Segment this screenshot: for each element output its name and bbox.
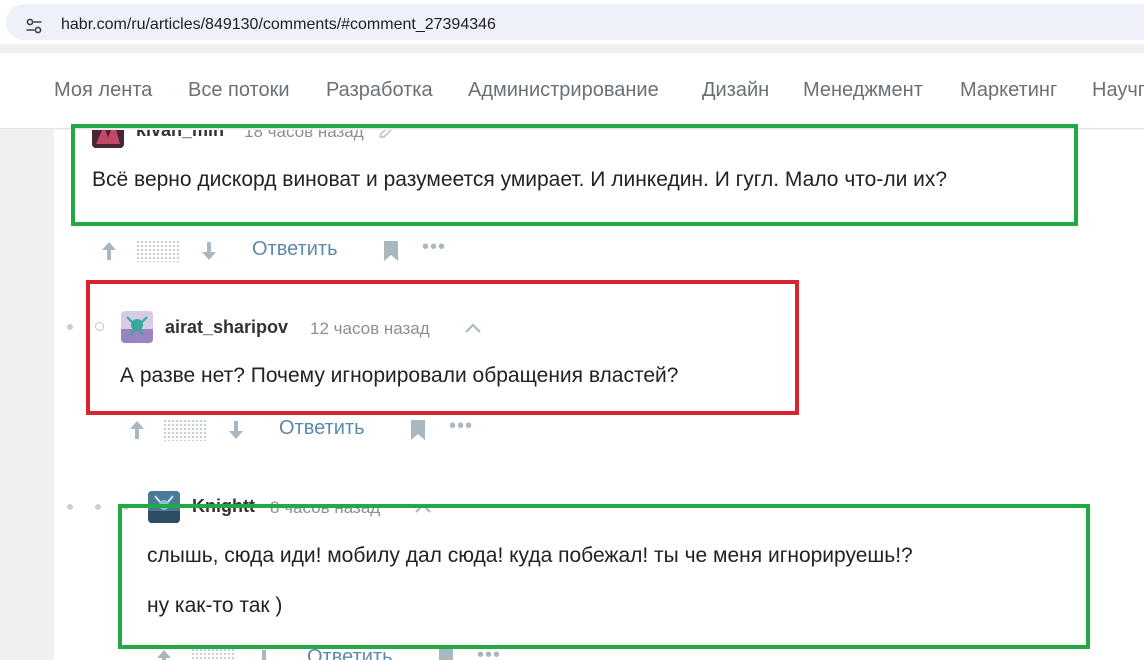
vote-down-icon[interactable] — [227, 419, 245, 441]
nav-item-popsci[interactable]: Научпоп — [1092, 79, 1144, 102]
vote-down-icon[interactable] — [255, 648, 273, 660]
reply-link[interactable]: Ответить — [279, 417, 365, 440]
url-text[interactable]: habr.com/ru/articles/849130/comments/#co… — [61, 16, 496, 34]
site-settings-icon[interactable] — [24, 16, 44, 36]
vote-down-icon[interactable] — [200, 240, 218, 262]
vote-up-icon[interactable] — [128, 419, 146, 441]
more-options-icon[interactable]: ••• — [449, 415, 473, 438]
more-options-icon[interactable]: ••• — [422, 236, 446, 259]
highlight-box-comment-1 — [71, 124, 1078, 226]
thread-line-dot — [95, 504, 101, 510]
highlight-box-comment-3 — [118, 504, 1090, 649]
reply-link[interactable]: Ответить — [252, 238, 338, 261]
thread-line-dot — [67, 504, 73, 510]
nav-item-administration[interactable]: Администрирование — [468, 79, 659, 102]
bookmark-icon[interactable] — [383, 240, 399, 262]
vote-up-icon[interactable] — [100, 240, 118, 262]
highlight-box-comment-2 — [86, 280, 799, 415]
nav-item-development[interactable]: Разработка — [326, 79, 433, 102]
nav-item-all-streams[interactable]: Все потоки — [188, 79, 290, 102]
section-nav: Моя лента Все потоки Разработка Админист… — [0, 52, 1144, 129]
nav-item-design[interactable]: Дизайн — [702, 79, 769, 102]
vote-up-icon[interactable] — [155, 648, 173, 660]
nav-item-marketing[interactable]: Маркетинг — [960, 79, 1057, 102]
bookmark-icon[interactable] — [438, 648, 454, 660]
thread-line-dot — [67, 324, 73, 330]
bookmark-icon[interactable] — [410, 419, 426, 441]
browser-address-bar: habr.com/ru/articles/849130/comments/#co… — [0, 0, 1144, 44]
rating-placeholder — [191, 648, 235, 660]
url-field[interactable]: habr.com/ru/articles/849130/comments/#co… — [6, 4, 1144, 40]
nav-item-management[interactable]: Менеджмент — [803, 79, 923, 102]
nav-item-my-feed[interactable]: Моя лента — [54, 79, 152, 102]
rating-placeholder — [163, 419, 207, 441]
rating-placeholder — [136, 240, 180, 262]
